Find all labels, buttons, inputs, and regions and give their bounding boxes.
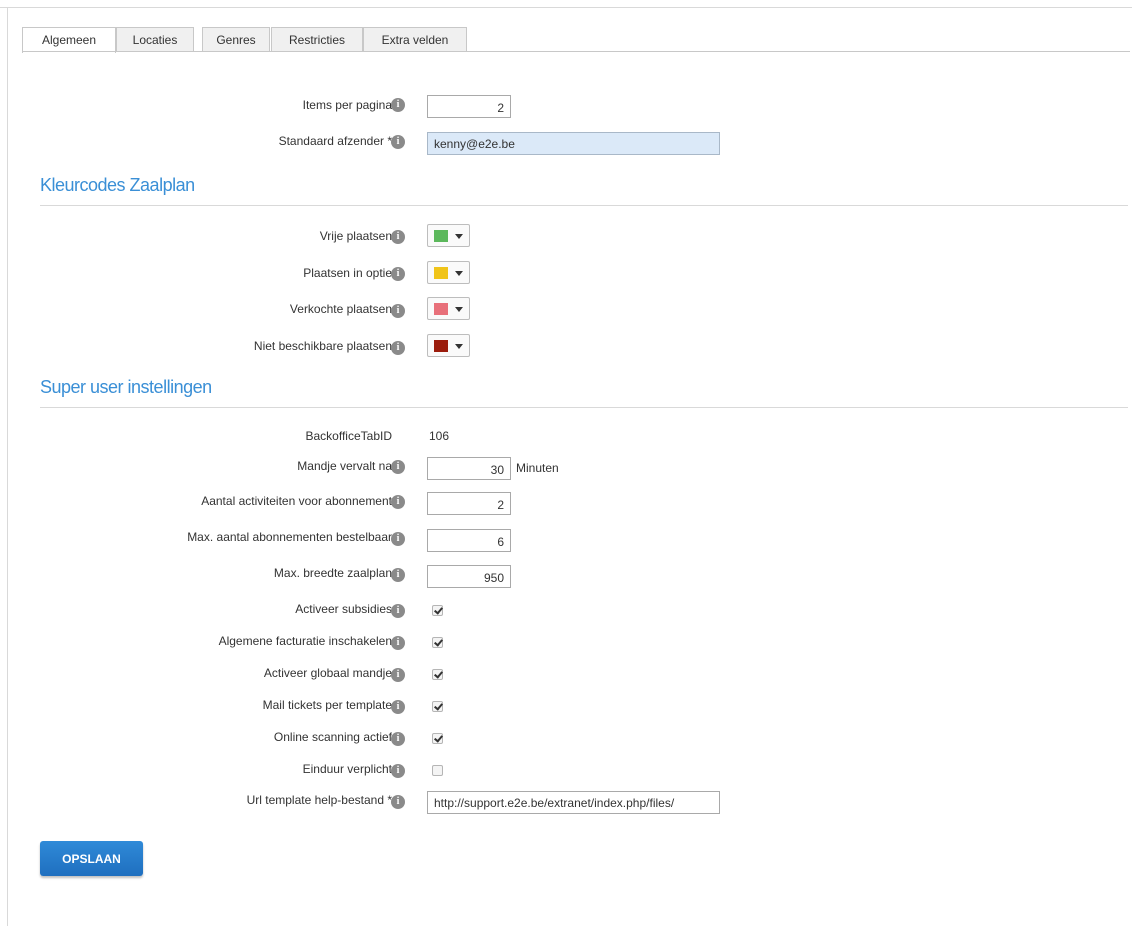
info-icon[interactable]: i: [391, 98, 405, 112]
max-subscriptions-input[interactable]: [427, 529, 511, 552]
info-icon[interactable]: i: [391, 732, 405, 746]
max-seatplan-width-input[interactable]: [427, 565, 511, 588]
chevron-down-icon: [455, 234, 463, 239]
info-icon[interactable]: i: [391, 304, 405, 318]
info-icon[interactable]: i: [391, 668, 405, 682]
info-icon[interactable]: i: [391, 764, 405, 778]
end-time-required-checkbox[interactable]: [432, 765, 443, 776]
info-icon[interactable]: i: [391, 495, 405, 509]
unavailable-seats-label: Niet beschikbare plaatsen: [253, 339, 392, 353]
color-swatch: [434, 230, 448, 242]
optional-seats-label: Plaatsen in optie: [303, 266, 392, 280]
info-icon[interactable]: i: [391, 636, 405, 650]
color-codes-section-title: Kleurcodes Zaalplan: [40, 175, 195, 195]
checkbox-label: Einduur verplicht: [302, 762, 392, 776]
basket-expires-unit: Minuten: [516, 461, 559, 475]
tab-bar-underline: [22, 51, 1130, 52]
checkbox-label: Mail tickets per template: [262, 698, 392, 712]
chevron-down-icon: [455, 307, 463, 312]
tab-algemeen[interactable]: Algemeen: [22, 27, 116, 53]
sold-seats-color-picker[interactable]: [427, 297, 470, 320]
backoffice-tab-id-value: 106: [429, 429, 450, 443]
info-icon[interactable]: i: [391, 700, 405, 714]
color-swatch: [434, 267, 448, 279]
info-icon[interactable]: i: [391, 568, 405, 582]
section-divider: [40, 407, 1128, 408]
checkbox-label: Activeer globaal mandje: [263, 666, 392, 680]
backoffice-tab-id-label: BackofficeTabID: [305, 429, 393, 443]
free-seats-color-picker[interactable]: [427, 224, 470, 247]
max-seatplan-width-label: Max. breedte zaalplan: [273, 566, 392, 580]
activities-per-subscription-input[interactable]: [427, 492, 511, 515]
page-frame-top: [0, 7, 1132, 8]
online-scanning-checkbox[interactable]: [432, 733, 443, 744]
activities-per-subscription-label: Aantal activiteiten voor abonnement: [201, 494, 392, 508]
info-icon[interactable]: i: [391, 135, 405, 149]
sold-seats-label: Verkochte plaatsen: [289, 302, 392, 316]
info-icon[interactable]: i: [391, 532, 405, 546]
color-swatch: [434, 303, 448, 315]
basket-expires-input[interactable]: [427, 457, 511, 480]
help-template-url-label: Url template help-bestand *: [246, 793, 392, 807]
chevron-down-icon: [455, 271, 463, 276]
items-per-page-label: Items per pagina: [302, 98, 392, 112]
tab-locaties[interactable]: Locaties: [116, 27, 194, 51]
help-template-url-input[interactable]: [427, 791, 720, 814]
mail-tickets-template-checkbox[interactable]: [432, 701, 443, 712]
activate-subsidies-checkbox[interactable]: [432, 605, 443, 616]
info-icon[interactable]: i: [391, 795, 405, 809]
optional-seats-color-picker[interactable]: [427, 261, 470, 284]
info-icon[interactable]: i: [391, 460, 405, 474]
save-button[interactable]: OPSLAAN: [40, 841, 143, 876]
global-basket-checkbox[interactable]: [432, 669, 443, 680]
color-swatch: [434, 340, 448, 352]
checkbox-label: Online scanning actief: [273, 730, 392, 744]
max-subscriptions-label: Max. aantal abonnementen bestelbaar: [187, 530, 392, 544]
items-per-page-input[interactable]: [427, 95, 511, 118]
info-icon[interactable]: i: [391, 341, 405, 355]
tab-genres[interactable]: Genres: [202, 27, 270, 51]
page-frame-left: [7, 7, 8, 926]
free-seats-label: Vrije plaatsen: [319, 229, 392, 243]
section-divider: [40, 205, 1128, 206]
super-user-section-title: Super user instellingen: [40, 377, 212, 397]
default-sender-input[interactable]: [427, 132, 720, 155]
info-icon[interactable]: i: [391, 230, 405, 244]
unavailable-seats-color-picker[interactable]: [427, 334, 470, 357]
general-invoicing-checkbox[interactable]: [432, 637, 443, 648]
checkbox-label: Algemene facturatie inschakelen: [218, 634, 392, 648]
checkbox-label: Activeer subsidies: [295, 602, 392, 616]
tab-restricties[interactable]: Restricties: [271, 27, 363, 51]
tab-extra-velden[interactable]: Extra velden: [363, 27, 467, 51]
info-icon[interactable]: i: [391, 604, 405, 618]
default-sender-label: Standaard afzender *: [278, 134, 392, 148]
basket-expires-label: Mandje vervalt na: [297, 459, 392, 473]
chevron-down-icon: [455, 344, 463, 349]
info-icon[interactable]: i: [391, 267, 405, 281]
